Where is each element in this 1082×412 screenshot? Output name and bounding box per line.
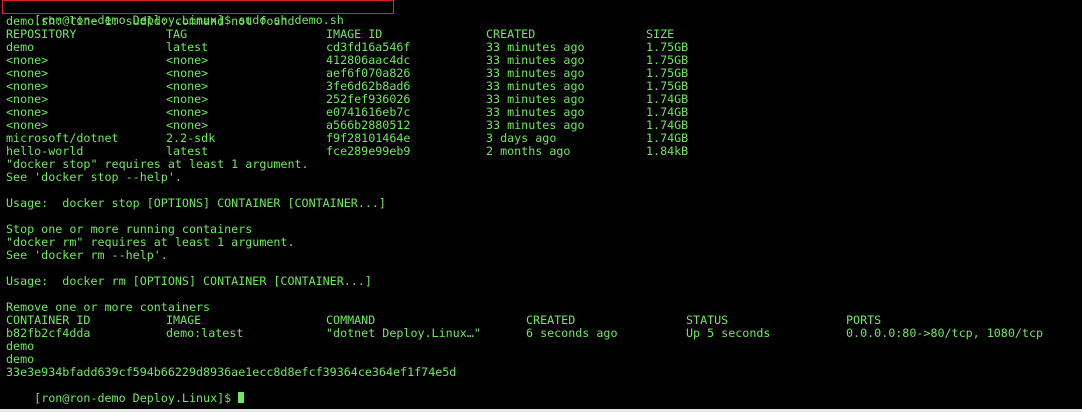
image-cell: demo:latest [166, 326, 244, 340]
created-cell: 2 months ago [486, 144, 571, 158]
container-hash-line: 33e3e934bfadd639cf594b66229d8936ae1ecc8d… [6, 365, 457, 379]
rm-help-hint: See 'docker rm --help'. [6, 248, 168, 262]
prompt: [ron@ron-demo Deploy.Linux]$ [34, 391, 232, 405]
cursor-block[interactable] [238, 392, 245, 403]
rm-usage-line: Usage: docker rm [OPTIONS] CONTAINER [CO… [6, 274, 372, 288]
created-cell: 6 seconds ago [526, 326, 618, 340]
status-cell: Up 5 seconds [686, 326, 771, 340]
stop-help-hint: See 'docker stop --help'. [6, 170, 182, 184]
size-cell: 1.84kB [646, 144, 689, 158]
command-cell: "dotnet Deploy.Linux…" [326, 326, 481, 340]
ports-cell: 0.0.0.0:80->80/tcp, 1080/tcp [846, 326, 1044, 340]
command-highlight-box [2, 0, 394, 14]
final-prompt-line[interactable]: [ron@ron-demo Deploy.Linux]$ [6, 379, 245, 405]
stop-usage-line: Usage: docker stop [OPTIONS] CONTAINER [… [6, 196, 386, 210]
terminal-window[interactable]: [ron@ron-demo Deploy.Linux]$ sudo sh dem… [0, 0, 1082, 412]
image-id-cell: fce289e99eb9 [326, 144, 411, 158]
